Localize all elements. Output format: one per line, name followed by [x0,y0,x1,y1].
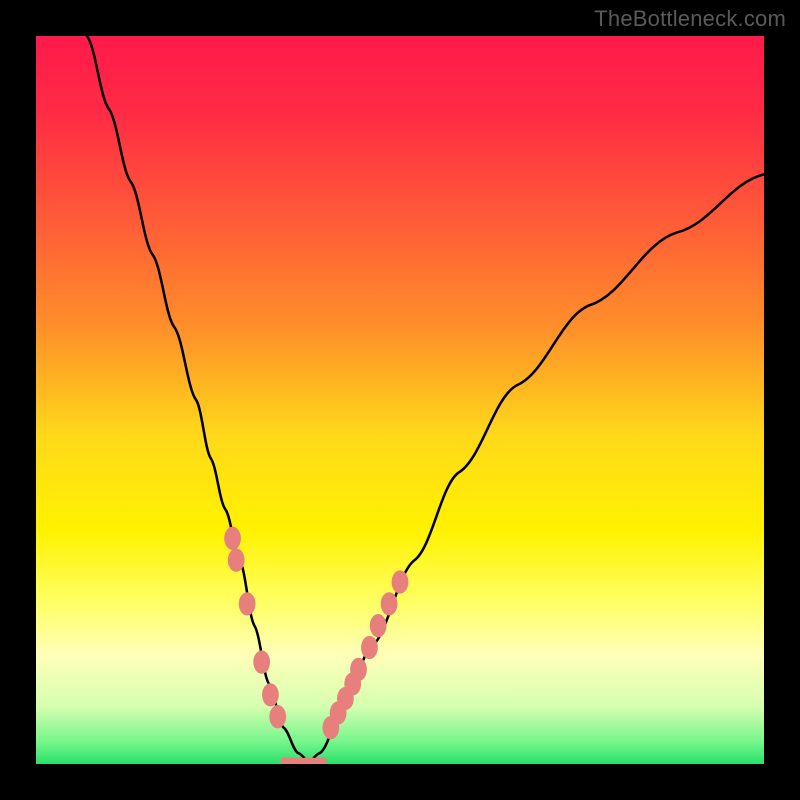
marker-dot [228,549,245,572]
marker-dot [253,650,270,673]
marker-dot [239,592,256,615]
marker-dot [224,527,241,550]
marker-dot [392,570,409,593]
marker-dot [350,658,367,681]
marker-dot [361,636,378,659]
chart-svg [36,36,764,764]
curve-markers [224,527,408,764]
attribution-text: TheBottleneck.com [594,6,786,32]
marker-dot [381,592,398,615]
marker-dot [370,614,387,637]
marker-bar [313,757,327,764]
chart-frame: TheBottleneck.com [0,0,800,800]
plot-area [36,36,764,764]
bottleneck-curve [87,36,764,761]
marker-dot [262,683,279,706]
marker-dot [269,705,286,728]
